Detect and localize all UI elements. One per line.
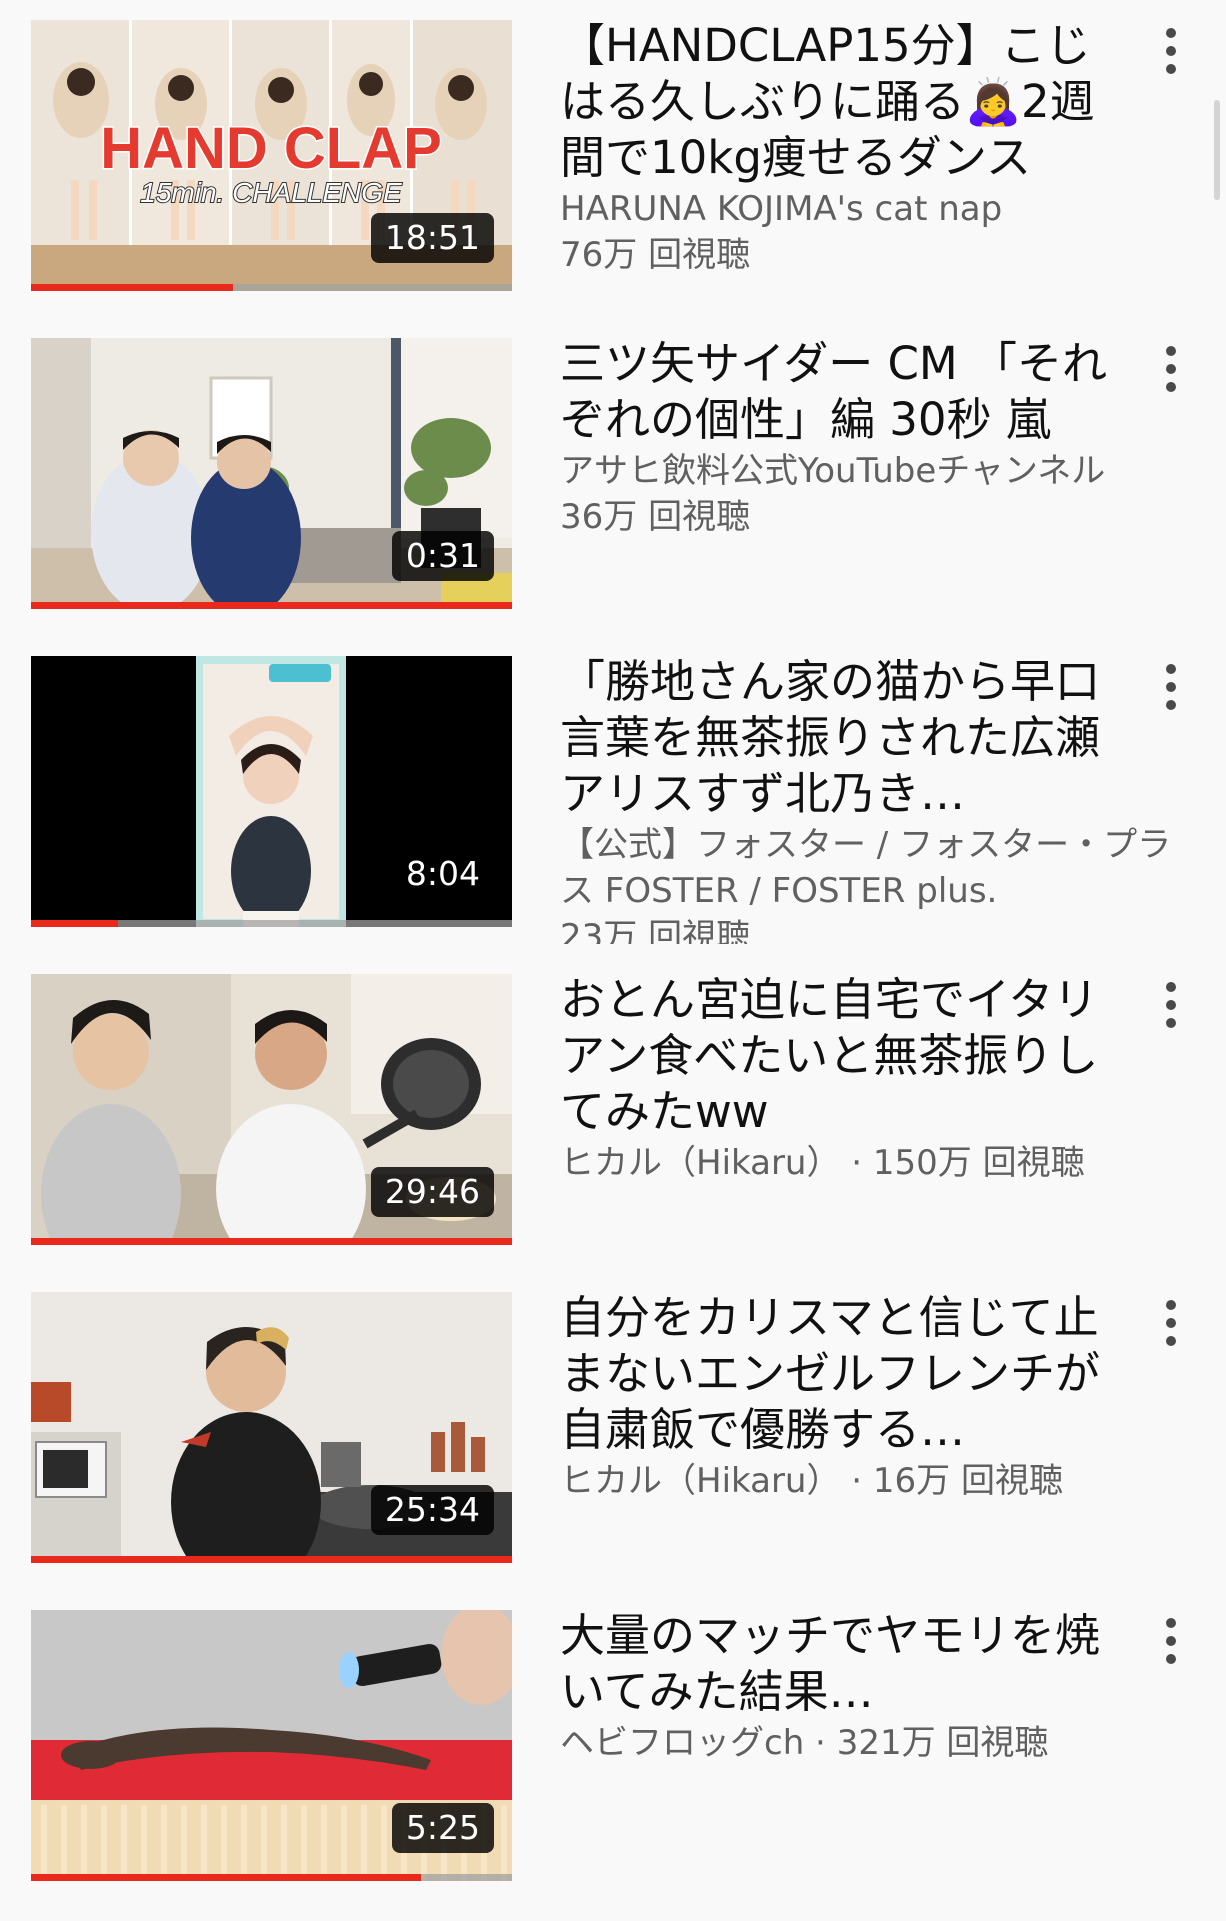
more-vert-icon[interactable] bbox=[1156, 346, 1186, 392]
video-thumbnail[interactable]: 5:25 bbox=[31, 1610, 512, 1881]
video-title[interactable]: 自分をカリスマと信じて止まないエンゼルフレンチが自粛飯で優勝する… bbox=[560, 1290, 1180, 1458]
video-meta: 「勝地さん家の猫から早口言葉を無茶振りされた広瀬アリスすず北乃き… 【公式】フォ… bbox=[560, 654, 1180, 944]
video-meta: 大量のマッチでヤモリを焼いてみた結果… ヘビフロッグch · 321万 回視聴 bbox=[560, 1608, 1180, 1766]
video-meta: おとん宮迫に自宅でイタリアン食べたいと無茶振りしてみたww ヒカル（Hikaru… bbox=[560, 972, 1180, 1186]
duration-badge: 5:25 bbox=[391, 1803, 494, 1853]
duration-badge: 0:31 bbox=[391, 531, 494, 581]
video-thumbnail[interactable]: 8:04 bbox=[31, 656, 512, 927]
video-title[interactable]: 【HANDCLAP15分】こじはる久しぶりに踊る🙇‍♀️2週間で10kg痩せるダ… bbox=[560, 18, 1180, 186]
video-thumbnail[interactable]: 0:31 bbox=[31, 338, 512, 609]
watch-progress-bar bbox=[31, 1238, 512, 1245]
duration-badge: 18:51 bbox=[370, 213, 494, 263]
view-count: 16万 回視聴 bbox=[872, 1461, 1063, 1501]
video-title[interactable]: おとん宮迫に自宅でイタリアン食べたいと無茶振りしてみたww bbox=[560, 972, 1180, 1140]
meta-separator: · bbox=[840, 1461, 873, 1501]
watch-progress-bar bbox=[31, 602, 512, 609]
watch-progress-fill bbox=[31, 1238, 512, 1245]
video-meta: 【HANDCLAP15分】こじはる久しぶりに踊る🙇‍♀️2週間で10kg痩せるダ… bbox=[560, 18, 1180, 278]
watch-progress-bar bbox=[31, 284, 512, 291]
video-item[interactable]: 29:46 おとん宮迫に自宅でイタリアン食べたいと無茶振りしてみたww ヒカル（… bbox=[0, 954, 1226, 1254]
duration-badge: 29:46 bbox=[370, 1167, 494, 1217]
channel-and-views: ヒカル（Hikaru） · 16万 回視聴 bbox=[560, 1458, 1180, 1504]
video-meta: 自分をカリスマと信じて止まないエンゼルフレンチが自粛飯で優勝する… ヒカル（Hi… bbox=[560, 1290, 1180, 1504]
watch-progress-bar bbox=[31, 920, 512, 927]
channel-name: ヒカル（Hikaru） bbox=[560, 1143, 841, 1183]
video-item[interactable]: 0:31 三ツ矢サイダー CM 「それぞれの個性」編 30秒 嵐 アサヒ飲料公式… bbox=[0, 318, 1226, 618]
more-vert-icon[interactable] bbox=[1156, 1618, 1186, 1664]
watch-progress-fill bbox=[31, 920, 118, 927]
watch-progress-fill bbox=[31, 1874, 421, 1881]
video-title[interactable]: 大量のマッチでヤモリを焼いてみた結果… bbox=[560, 1608, 1180, 1720]
video-item[interactable]: HAND CLAP 15min. CHALLENGE 18:51 【HANDCL… bbox=[0, 0, 1226, 300]
video-meta: 三ツ矢サイダー CM 「それぞれの個性」編 30秒 嵐 アサヒ飲料公式YouTu… bbox=[560, 336, 1180, 540]
channel-name: ヘビフロッグch bbox=[560, 1723, 805, 1763]
view-count: 23万 回視聴 bbox=[560, 917, 751, 944]
duration-badge: 25:34 bbox=[370, 1485, 494, 1535]
meta-separator: · bbox=[840, 1143, 873, 1183]
video-thumbnail[interactable]: 29:46 bbox=[31, 974, 512, 1245]
more-vert-icon[interactable] bbox=[1156, 982, 1186, 1028]
channel-and-views: ヘビフロッグch · 321万 回視聴 bbox=[560, 1720, 1180, 1766]
video-title[interactable]: 「勝地さん家の猫から早口言葉を無茶振りされた広瀬アリスすず北乃き… bbox=[560, 654, 1180, 822]
view-count: 36万 回視聴 bbox=[560, 497, 751, 537]
more-vert-icon[interactable] bbox=[1156, 664, 1186, 710]
more-vert-icon[interactable] bbox=[1156, 28, 1186, 74]
thumbnail-title-text: HAND CLAP bbox=[100, 116, 442, 181]
view-count: 321万 回視聴 bbox=[836, 1723, 1049, 1763]
video-thumbnail[interactable]: 25:34 bbox=[31, 1292, 512, 1563]
duration-badge: 8:04 bbox=[391, 849, 494, 899]
channel-and-views: ヒカル（Hikaru） · 150万 回視聴 bbox=[560, 1140, 1180, 1186]
video-title[interactable]: 三ツ矢サイダー CM 「それぞれの個性」編 30秒 嵐 bbox=[560, 336, 1180, 448]
meta-separator: · bbox=[804, 1723, 837, 1763]
watch-progress-fill bbox=[31, 284, 234, 291]
watch-progress-bar bbox=[31, 1874, 512, 1881]
channel-name: アサヒ飲料公式YouTubeチャンネル bbox=[560, 451, 1106, 491]
channel-name: ヒカル（Hikaru） bbox=[560, 1461, 841, 1501]
watch-progress-fill bbox=[31, 1556, 512, 1563]
view-count: 150万 回視聴 bbox=[872, 1143, 1085, 1183]
thumbnail-subtitle-text: 15min. CHALLENGE bbox=[140, 177, 402, 208]
more-vert-icon[interactable] bbox=[1156, 1300, 1186, 1346]
video-item[interactable]: 8:04 「勝地さん家の猫から早口言葉を無茶振りされた広瀬アリスすず北乃き… 【… bbox=[0, 636, 1226, 944]
view-count: 76万 回視聴 bbox=[560, 235, 751, 275]
video-item[interactable]: 25:34 自分をカリスマと信じて止まないエンゼルフレンチが自粛飯で優勝する… … bbox=[0, 1272, 1226, 1572]
video-thumbnail[interactable]: HAND CLAP 15min. CHALLENGE 18:51 bbox=[31, 20, 512, 291]
watch-progress-bar bbox=[31, 1556, 512, 1563]
video-item[interactable]: 5:25 大量のマッチでヤモリを焼いてみた結果… ヘビフロッグch · 321万… bbox=[0, 1590, 1226, 1890]
watch-progress-fill bbox=[31, 602, 512, 609]
channel-name: 【公式】フォスター / フォスター・プラス FOSTER / FOSTER pl… bbox=[560, 825, 1172, 911]
channel-name: HARUNA KOJIMA's cat nap bbox=[560, 189, 1003, 229]
scrollbar[interactable] bbox=[1214, 100, 1220, 200]
